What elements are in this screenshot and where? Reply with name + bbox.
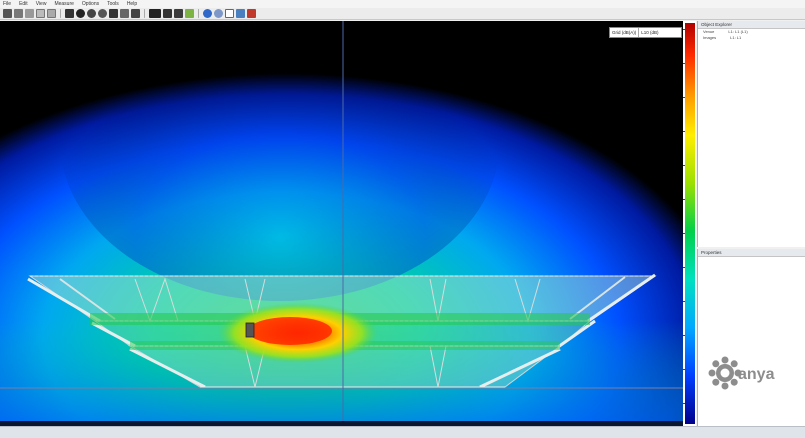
menu-tools[interactable]: Tools bbox=[107, 0, 119, 8]
object-explorer-panel: Object Explorer Venue L1: L1 (L1) Images… bbox=[697, 21, 805, 247]
pan-icon[interactable] bbox=[76, 9, 85, 18]
color-scale-tick bbox=[683, 165, 685, 166]
result-selector-value[interactable]: L10 (dB) bbox=[639, 28, 660, 37]
status-bar bbox=[0, 426, 805, 438]
speaker-source-icon[interactable] bbox=[245, 322, 255, 338]
toolbar-separator bbox=[60, 9, 61, 18]
eye-icon[interactable] bbox=[109, 9, 118, 18]
object-explorer-title: Object Explorer bbox=[698, 21, 805, 29]
image-icon[interactable] bbox=[149, 9, 161, 18]
tree-item-value: L1: L1 bbox=[730, 35, 742, 40]
properties-panel: Properties bbox=[697, 249, 805, 426]
menu-file[interactable]: File bbox=[3, 0, 11, 8]
result-selector[interactable]: Grid (dB(A)) L10 (dB) bbox=[609, 27, 682, 38]
color-map-icon[interactable] bbox=[163, 9, 172, 18]
add-source-icon[interactable] bbox=[185, 9, 194, 18]
color-scale-tick bbox=[683, 335, 685, 336]
layout-icon[interactable] bbox=[47, 9, 56, 18]
anya-logo: anya bbox=[708, 356, 775, 390]
toolbar-separator bbox=[144, 9, 145, 18]
color-scale-tick bbox=[683, 199, 685, 200]
menu-help[interactable]: Help bbox=[127, 0, 137, 8]
color-scale-tick bbox=[683, 233, 685, 234]
logo-wordmark: anya bbox=[738, 366, 775, 383]
color-scale-tick bbox=[683, 267, 685, 268]
select-tool-icon[interactable] bbox=[3, 9, 12, 18]
zoom-in-icon[interactable] bbox=[87, 9, 96, 18]
tree-item-images[interactable]: Images L1: L1 bbox=[698, 35, 805, 41]
undo-icon[interactable] bbox=[203, 9, 212, 18]
clipboard-icon[interactable] bbox=[225, 9, 234, 18]
color-scale-tick bbox=[683, 403, 685, 404]
report-icon[interactable] bbox=[247, 9, 256, 18]
tree-item-label: Images bbox=[703, 35, 717, 40]
pointer-icon[interactable] bbox=[25, 9, 34, 18]
toolbar-separator bbox=[198, 9, 199, 18]
color-scale-tick bbox=[683, 97, 685, 98]
properties-title: Properties bbox=[698, 249, 805, 257]
color-scale-tick bbox=[683, 131, 685, 132]
redo-icon[interactable] bbox=[214, 9, 223, 18]
grid-icon[interactable] bbox=[36, 9, 45, 18]
menu-bar: File Edit View Measure Options Tools Hel… bbox=[0, 0, 805, 8]
layers-icon[interactable] bbox=[174, 9, 183, 18]
color-scale-tick bbox=[683, 369, 685, 370]
zoom-out-icon[interactable] bbox=[98, 9, 107, 18]
color-scale-tick bbox=[683, 63, 685, 64]
speaker-icon[interactable] bbox=[131, 9, 140, 18]
result-selector-label: Grid (dB(A)) bbox=[610, 28, 640, 37]
menu-edit[interactable]: Edit bbox=[19, 0, 28, 8]
toolbar bbox=[0, 8, 805, 20]
color-scale-tick bbox=[683, 301, 685, 302]
lock-icon[interactable] bbox=[65, 9, 74, 18]
export-icon[interactable] bbox=[236, 9, 245, 18]
noise-map-canvas[interactable] bbox=[0, 21, 683, 426]
color-scale-gradient bbox=[685, 23, 695, 424]
noise-map bbox=[0, 21, 683, 426]
menu-view[interactable]: View bbox=[36, 0, 47, 8]
hot-core bbox=[248, 317, 332, 345]
play-icon[interactable] bbox=[120, 9, 129, 18]
measure-tool-icon[interactable] bbox=[14, 9, 23, 18]
menu-options[interactable]: Options bbox=[82, 0, 99, 8]
menu-measure[interactable]: Measure bbox=[54, 0, 73, 8]
color-scale-tick bbox=[683, 29, 685, 30]
color-scale-legend bbox=[683, 21, 696, 426]
